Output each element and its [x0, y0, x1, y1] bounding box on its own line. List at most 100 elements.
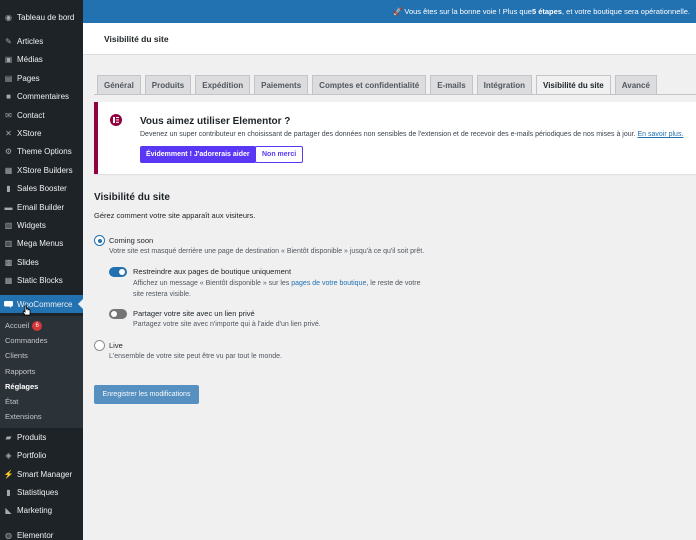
sidebar-item-statistiques[interactable]: ▮ Statistiques: [0, 483, 83, 501]
tab-paiements[interactable]: Paiements: [254, 75, 309, 95]
elementor-logo-icon: [110, 114, 122, 126]
sidebar-item-pages[interactable]: ▤ Pages: [0, 69, 83, 87]
tab-visibilite-du-site[interactable]: Visibilité du site: [536, 75, 611, 95]
tabs-divider: [94, 94, 696, 95]
restrict-store-pages-help-line2: site restera visible.: [133, 291, 191, 298]
tab-comptes-et-confidentialite[interactable]: Comptes et confidentialité: [312, 75, 427, 95]
submenu-item-label: Réglages: [5, 382, 39, 391]
submenu-item-label: Commandes: [5, 336, 48, 345]
sidebar-item-commentaires[interactable]: ■ Commentaires: [0, 87, 83, 105]
submenu-item--tat[interactable]: État: [5, 397, 18, 406]
sidebar-item-label: Elementor: [17, 530, 54, 540]
sidebar-item-email-builder[interactable]: ▬ Email Builder: [0, 198, 83, 216]
sidebar-item-m-dias[interactable]: ▣ Médias: [0, 50, 83, 68]
sidebar-item-marketing[interactable]: ◣ Marketing: [0, 501, 83, 519]
sidebar-item-label: Statistiques: [17, 487, 59, 497]
live-help: L'ensemble de votre site peut être vu pa…: [109, 353, 282, 360]
restrict-store-pages-toggle[interactable]: [109, 267, 127, 277]
sidebar-item-xstore[interactable]: ✕ XStore: [0, 124, 83, 142]
sidebar-item-label: Marketing: [17, 505, 53, 515]
manager-icon: ⚡: [3, 469, 14, 479]
live-radio[interactable]: [94, 340, 105, 351]
sidebar-item-label: Mega Menus: [17, 238, 64, 248]
submenu-item-label: Extensions: [5, 412, 42, 421]
private-link-toggle[interactable]: [109, 309, 127, 319]
media-icon: ▣: [4, 54, 13, 64]
page-title: Visibilité du site: [104, 34, 169, 44]
notice-text: Devenez un super contributeur en choisis…: [140, 131, 684, 138]
blocks-icon: ▦: [4, 275, 13, 285]
sidebar-item-label: Tableau de bord: [17, 12, 75, 22]
comment-icon: ■: [6, 91, 11, 101]
submenu-item-accueil[interactable]: Accueil 6: [5, 321, 43, 332]
save-changes-button[interactable]: Enregistrer les modifications: [94, 385, 199, 404]
submenu-item-commandes[interactable]: Commandes: [5, 336, 48, 345]
sidebar-item-woocommerce[interactable]: WooCommerce: [0, 295, 83, 313]
sidebar-item-label: Theme Options: [17, 146, 72, 156]
submenu-item-extensions[interactable]: Extensions: [5, 412, 42, 421]
submenu-item-r-glages[interactable]: Réglages: [5, 382, 38, 391]
tab-general[interactable]: Général: [97, 75, 141, 95]
sidebar-item-widgets[interactable]: ▧ Widgets: [0, 216, 83, 234]
notice-decline-button[interactable]: Non merci: [255, 146, 304, 163]
admin-sidebar: ◉ Tableau de bord ✎ Articles ▣ Médias ▤ Pages ■ C…: [0, 0, 83, 540]
tab-e-mails[interactable]: E-mails: [430, 75, 473, 95]
stats-icon: ▮: [6, 487, 11, 497]
coming-soon-radio[interactable]: [94, 235, 105, 246]
sidebar-item-portfolio[interactable]: ◈ Portfolio: [0, 446, 83, 464]
section-title: Visibilité du site: [94, 192, 170, 203]
menu-icon: ▥: [4, 238, 13, 248]
sidebar-item-contact[interactable]: ✉ Contact: [0, 106, 83, 124]
dashboard-icon: ◉: [5, 12, 12, 22]
tab-produits[interactable]: Produits: [144, 75, 192, 95]
coming-soon-help: Votre site est masqué derrière une page …: [109, 248, 425, 255]
tab-avance[interactable]: Avancé: [614, 75, 657, 95]
sidebar-item-static-blocks[interactable]: ▦ Static Blocks: [0, 271, 83, 289]
notice-title: Vous aimez utiliser Elementor ?: [140, 116, 291, 127]
elementor-notice: Vous aimez utiliser Elementor ? Devenez …: [94, 102, 696, 174]
sidebar-item-label: Médias: [17, 54, 43, 64]
sidebar-item-label: Commentaires: [17, 91, 70, 101]
sidebar-item-label: Static Blocks: [17, 275, 63, 285]
banner-text-prefix: 🚀 Vous êtes sur la bonne voie ! Plus que: [392, 7, 532, 16]
page-header: Visibilité du site: [83, 23, 696, 55]
sidebar-item-label: Portfolio: [17, 450, 47, 460]
notice-learn-more-link[interactable]: En savoir plus.: [637, 131, 683, 138]
banner-steps: 5 étapes: [531, 7, 562, 16]
sidebar-item-smart-manager[interactable]: ⚡ Smart Manager: [0, 465, 83, 483]
slides-icon: ▩: [4, 257, 13, 267]
private-link-label: Partager votre site avec un lien privé: [133, 309, 255, 318]
setup-progress-banner[interactable]: 🚀 Vous êtes sur la bonne voie ! Plus que…: [83, 0, 696, 23]
sidebar-item-label: XStore Builders: [17, 165, 73, 175]
submenu-item-label: Accueil: [5, 321, 30, 330]
sidebar-item-tableau-de-bord[interactable]: ◉ Tableau de bord: [0, 8, 83, 26]
mouse-cursor-icon: [22, 305, 31, 316]
widget-icon: ▧: [4, 220, 13, 230]
sidebar-item-xstore-builders[interactable]: ▦ XStore Builders: [0, 161, 83, 179]
portfolio-icon: ◈: [5, 450, 12, 460]
sidebar-item-sales-booster[interactable]: ▮ Sales Booster: [0, 179, 83, 197]
settings-tabs: Général Produits Expédition Paiements Compte…: [97, 75, 661, 95]
woocommerce-submenu: Accueil 6 Commandes Clients Rapports Réglages…: [0, 316, 83, 428]
submenu-item-rapports[interactable]: Rapports: [5, 367, 35, 376]
sidebar-item-label: Pages: [17, 73, 40, 83]
sidebar-item-mega-menus[interactable]: ▥ Mega Menus: [0, 234, 83, 252]
sidebar-item-theme-options[interactable]: ⚙ Theme Options: [0, 142, 83, 160]
sidebar-item-slides[interactable]: ▩ Slides: [0, 253, 83, 271]
tab-integration[interactable]: Intégration: [476, 75, 532, 95]
sidebar-item-label: Widgets: [17, 220, 46, 230]
section-description: Gérez comment votre site apparaît aux vi…: [94, 211, 256, 220]
sidebar-item-label: Produits: [17, 432, 47, 442]
sidebar-item-articles[interactable]: ✎ Articles: [0, 32, 83, 50]
sidebar-item-elementor[interactable]: ◍ Elementor: [0, 526, 83, 540]
submenu-item-clients[interactable]: Clients: [5, 351, 28, 360]
submenu-item-label: État: [5, 397, 19, 406]
xstore-icon: ✕: [5, 128, 12, 138]
sidebar-item-label: Slides: [17, 257, 39, 267]
submenu-item-label: Clients: [5, 351, 28, 360]
store-pages-link[interactable]: pages de votre boutique: [291, 280, 366, 287]
tab-expedition[interactable]: Expédition: [195, 75, 251, 95]
sidebar-item-produits[interactable]: ▰ Produits: [0, 428, 83, 446]
sidebar-item-label: Email Builder: [17, 202, 65, 212]
notice-accept-button[interactable]: Évidemment ! J'adorerais aider: [140, 146, 256, 163]
